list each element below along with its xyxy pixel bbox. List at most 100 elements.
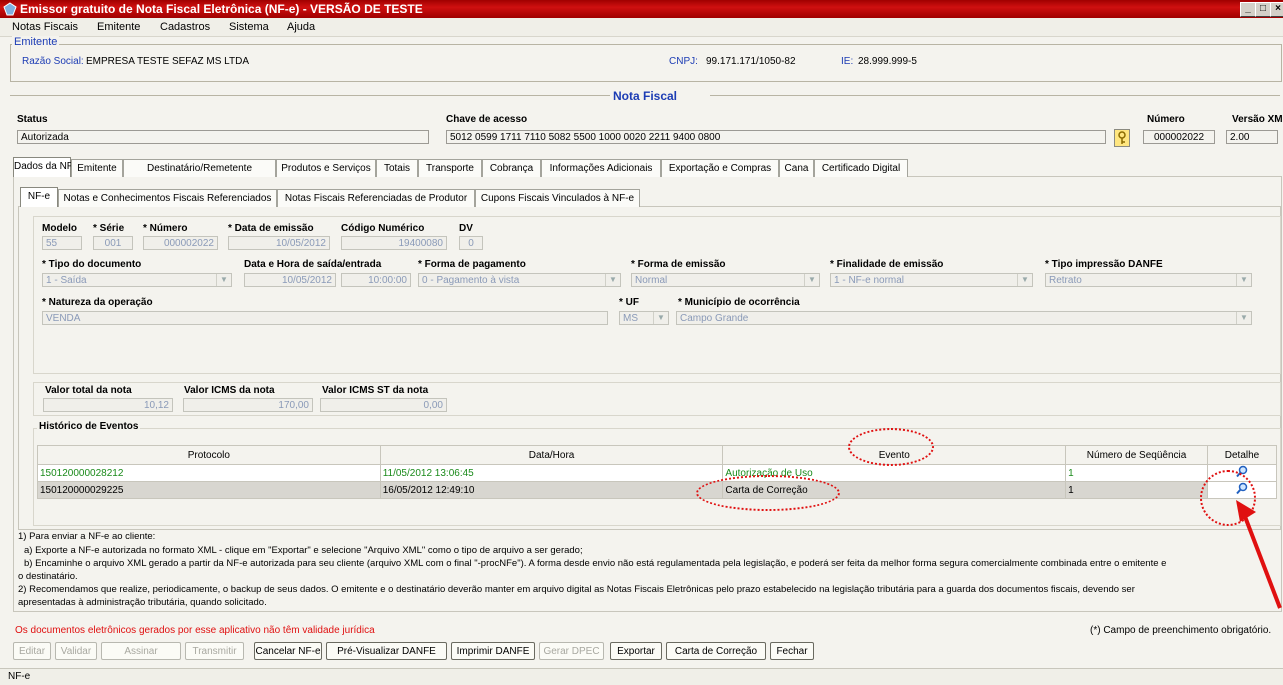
valor-icms-st-field: 0,00 [320, 398, 447, 412]
tab-cana[interactable]: Cana [779, 159, 814, 177]
menu-ajuda[interactable]: Ajuda [287, 21, 315, 33]
table-row[interactable]: 150120000029225 16/05/2012 12:49:10 Cart… [37, 481, 1277, 499]
dv-label: DV [459, 223, 473, 234]
menu-cadastros[interactable]: Cadastros [160, 21, 210, 33]
forma-pagamento-select[interactable]: 0 - Pagamento à vista ▼ [418, 273, 621, 287]
municipio-select[interactable]: Campo Grande ▼ [676, 311, 1252, 325]
table-row[interactable]: 150120000028212 11/05/2012 13:06:45 Auto… [37, 464, 1277, 482]
forma-emissao-value: Normal [635, 275, 668, 286]
tipo-documento-select[interactable]: 1 - Saída ▼ [42, 273, 232, 287]
pre-visualizar-danfe-button[interactable]: Pré-Visualizar DANFE [326, 642, 447, 660]
numero-nfe-field: 000002022 [143, 236, 218, 250]
subtab-cupons[interactable]: Cupons Fiscais Vinculados à NF-e [475, 189, 640, 207]
window-title: Emissor gratuito de Nota Fiscal Eletrôni… [20, 2, 423, 16]
data-saida-label: Data e Hora de saída/entrada [244, 259, 382, 270]
ie-label: IE: [841, 56, 854, 67]
tab-exportacao[interactable]: Exportação e Compras [661, 159, 779, 177]
forma-emissao-select[interactable]: Normal ▼ [631, 273, 820, 287]
finalidade-value: 1 - NF-e normal [834, 275, 905, 286]
chevron-down-icon: ▼ [653, 312, 668, 324]
tab-produtos[interactable]: Produtos e Serviços [276, 159, 376, 177]
status-field: Autorizada [17, 130, 429, 144]
row-data-hora: 11/05/2012 13:06:45 [379, 464, 724, 482]
note-1b: b) Encaminhe o arquivo XML gerado a part… [24, 558, 1167, 569]
tab-informacoes[interactable]: Informações Adicionais [541, 159, 661, 177]
serie-label: Série [93, 223, 124, 234]
nota-fiscal-heading: Nota Fiscal [613, 89, 678, 103]
fechar-button[interactable]: Fechar [770, 642, 814, 660]
col-numero-sequencia: Número de Seqüência [1065, 445, 1208, 465]
forma-pagamento-value: 0 - Pagamento à vista [422, 275, 520, 286]
subtab-notas-produtor[interactable]: Notas Fiscais Referenciadas de Produtor [277, 189, 475, 207]
title-bar: Emissor gratuito de Nota Fiscal Eletrôni… [0, 0, 1283, 18]
row-sequencia: 1 [1065, 481, 1208, 499]
finalidade-label: Finalidade de emissão [830, 259, 944, 270]
tipo-documento-label: Tipo do documento [42, 259, 142, 270]
cancelar-nfe-button[interactable]: Cancelar NF-e [254, 642, 322, 660]
required-note: (*) Campo de preenchimento obrigatório. [1090, 625, 1272, 636]
natureza-operacao-label: Natureza da operação [42, 297, 153, 308]
row-data-hora: 16/05/2012 12:49:10 [379, 481, 724, 499]
tipo-danfe-label: Tipo impressão DANFE [1045, 259, 1163, 270]
menu-sistema[interactable]: Sistema [229, 21, 269, 33]
uf-label: UF [619, 297, 639, 308]
app-icon [3, 2, 17, 16]
municipio-value: Campo Grande [680, 313, 749, 324]
exportar-button[interactable]: Exportar [610, 642, 662, 660]
key-button[interactable] [1114, 129, 1130, 147]
chevron-down-icon: ▼ [1017, 274, 1032, 286]
codigo-numerico-field: 19400080 [341, 236, 447, 250]
forma-emissao-label: Forma de emissão [631, 259, 726, 270]
data-emissao-label: Data de emissão [228, 223, 314, 234]
validar-button[interactable]: Validar [55, 642, 97, 660]
valor-icms-label: Valor ICMS da nota [184, 385, 275, 396]
gerar-dpec-button[interactable]: Gerar DPEC [539, 642, 604, 660]
versao-xml-label: Versão XML [1232, 114, 1283, 125]
subtab-nfe[interactable]: NF-e [20, 187, 58, 207]
subtab-notas-conhecimentos[interactable]: Notas e Conhecimentos Fiscais Referencia… [58, 189, 277, 207]
numero-nfe-label: Número [143, 223, 188, 234]
assinar-button[interactable]: Assinar [101, 642, 181, 660]
tipo-danfe-value: Retrato [1049, 275, 1082, 286]
tab-totais[interactable]: Totais [376, 159, 418, 177]
finalidade-select[interactable]: 1 - NF-e normal ▼ [830, 273, 1033, 287]
dv-field: 0 [459, 236, 483, 250]
col-protocolo: Protocolo [37, 445, 381, 465]
menu-bar: Notas Fiscais Emitente Cadastros Sistema… [0, 18, 1283, 37]
carta-correcao-button[interactable]: Carta de Correção [666, 642, 766, 660]
close-button[interactable]: × [1270, 2, 1283, 17]
menu-emitente[interactable]: Emitente [97, 21, 140, 33]
chevron-down-icon: ▼ [605, 274, 620, 286]
numero-field: 000002022 [1143, 130, 1215, 144]
tab-certificado[interactable]: Certificado Digital [814, 159, 908, 177]
data-emissao-field: 10/05/2012 [228, 236, 330, 250]
valor-icms-field: 170,00 [183, 398, 313, 412]
annotation-circle-evento [848, 428, 934, 466]
row-protocolo: 150120000029225 [37, 481, 381, 499]
uf-select[interactable]: MS ▼ [619, 311, 669, 325]
imprimir-danfe-button[interactable]: Imprimir DANFE [451, 642, 535, 660]
serie-field: 001 [93, 236, 133, 250]
warning-text: Os documentos eletrônicos gerados por es… [15, 625, 375, 636]
tipo-danfe-select[interactable]: Retrato ▼ [1045, 273, 1252, 287]
maximize-button[interactable]: □ [1255, 2, 1271, 17]
valor-icms-st-label: Valor ICMS ST da nota [322, 385, 429, 396]
tab-destinatario[interactable]: Destinatário/Remetente [123, 159, 276, 177]
chevron-down-icon: ▼ [1236, 274, 1251, 286]
menu-notas-fiscais[interactable]: Notas Fiscais [12, 21, 78, 33]
minimize-button[interactable]: _ [1240, 2, 1256, 17]
data-saida-field: 10/05/2012 [244, 273, 336, 287]
tab-cobranca[interactable]: Cobrança [482, 159, 541, 177]
row-sequencia: 1 [1065, 464, 1208, 482]
editar-button[interactable]: Editar [13, 642, 51, 660]
transmitir-button[interactable]: Transmitir [185, 642, 244, 660]
forma-pagamento-label: Forma de pagamento [418, 259, 526, 270]
cnpj-label: CNPJ: [669, 56, 698, 67]
tab-emitente[interactable]: Emitente [71, 159, 123, 177]
ie-value: 28.999.999-5 [858, 56, 917, 67]
razao-social-value: EMPRESA TESTE SEFAZ MS LTDA [86, 56, 250, 67]
tab-dados-nfe[interactable]: Dados da NF-e [13, 157, 82, 177]
tab-transporte[interactable]: Transporte [418, 159, 482, 177]
uf-value: MS [623, 313, 638, 324]
emitente-legend: Emitente [12, 36, 60, 48]
